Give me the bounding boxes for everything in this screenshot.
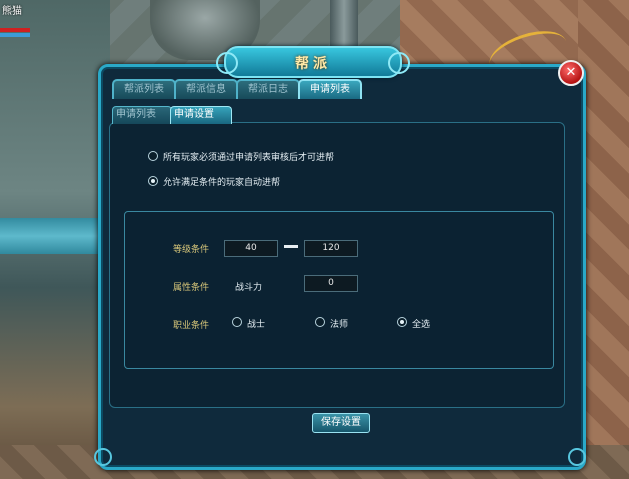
tab-guild-info[interactable]: 帮派信息 [174, 79, 238, 99]
tab-application-list[interactable]: 申请列表 [298, 79, 362, 99]
subtab-application-settings[interactable]: 申请设置 [170, 106, 232, 124]
tab-guild-log[interactable]: 帮派日志 [236, 79, 300, 99]
class-all-label: 全选 [412, 320, 431, 330]
mp-bar [0, 33, 30, 37]
class-mage-label: 法师 [330, 320, 349, 330]
corner-ornament [94, 448, 112, 466]
level-max-input[interactable] [304, 240, 358, 257]
level-min-input[interactable] [224, 240, 278, 257]
player-status: 熊猫 [0, 0, 44, 38]
subtab-application-list[interactable]: 申请列表 [112, 106, 172, 124]
tab-guild-list[interactable]: 帮派列表 [112, 79, 176, 99]
window-title-plate: 帮派 [216, 46, 410, 78]
corner-ornament [568, 448, 586, 466]
window-title: 帮派 [295, 56, 331, 72]
class-condition-label: 职业条件 [173, 321, 210, 331]
player-name: 熊猫 [2, 6, 22, 17]
close-button[interactable]: ✕ [558, 60, 584, 86]
option-auto-join-label: 允许满足条件的玩家自动进帮 [163, 178, 281, 188]
level-condition-label: 等级条件 [173, 245, 210, 255]
option-manual-review-label: 所有玩家必须通过申请列表审核后才可进帮 [163, 153, 335, 163]
attribute-value-input[interactable] [304, 275, 358, 292]
radio-class-mage[interactable] [315, 317, 325, 327]
hp-bar [0, 28, 30, 32]
radio-class-all[interactable] [397, 317, 407, 327]
save-settings-button[interactable]: 保存设置 [312, 413, 370, 433]
stone-pillar [330, 0, 358, 50]
range-dash [284, 245, 298, 248]
attribute-condition-label: 属性条件 [173, 283, 210, 293]
attribute-name: 战斗力 [235, 283, 263, 293]
radio-manual-review[interactable] [148, 151, 158, 161]
class-warrior-label: 战士 [247, 320, 266, 330]
water-channel [0, 218, 110, 254]
radio-auto-join[interactable] [148, 176, 158, 186]
radio-class-warrior[interactable] [232, 317, 242, 327]
